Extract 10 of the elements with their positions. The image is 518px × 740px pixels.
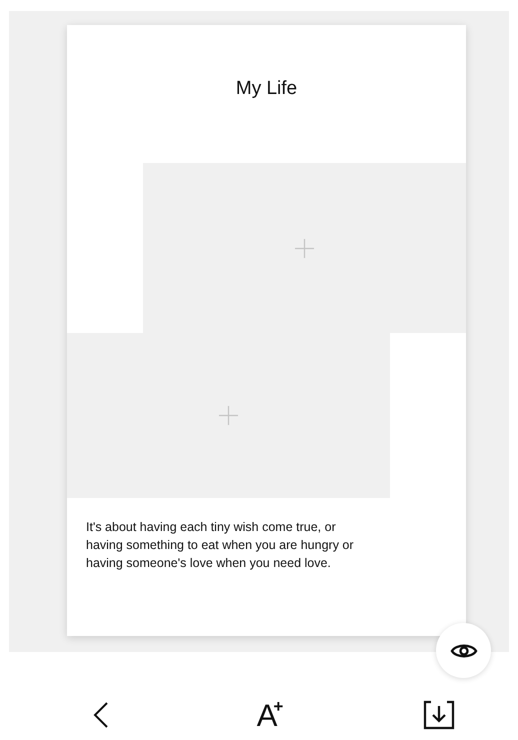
caption-text: It's about having each tiny wish come true, or having something to eat when you are hungry or having someone's love when you need love. xyxy=(85,519,355,572)
font-size-button[interactable]: A+ xyxy=(252,700,284,730)
page-title: My Life xyxy=(236,76,298,101)
download-icon xyxy=(423,700,455,730)
plus-icon xyxy=(219,406,238,425)
back-icon xyxy=(93,701,109,729)
eye-icon xyxy=(450,642,478,660)
plus-icon xyxy=(295,238,314,258)
download-button[interactable] xyxy=(422,698,456,732)
preview-button[interactable] xyxy=(436,623,491,678)
